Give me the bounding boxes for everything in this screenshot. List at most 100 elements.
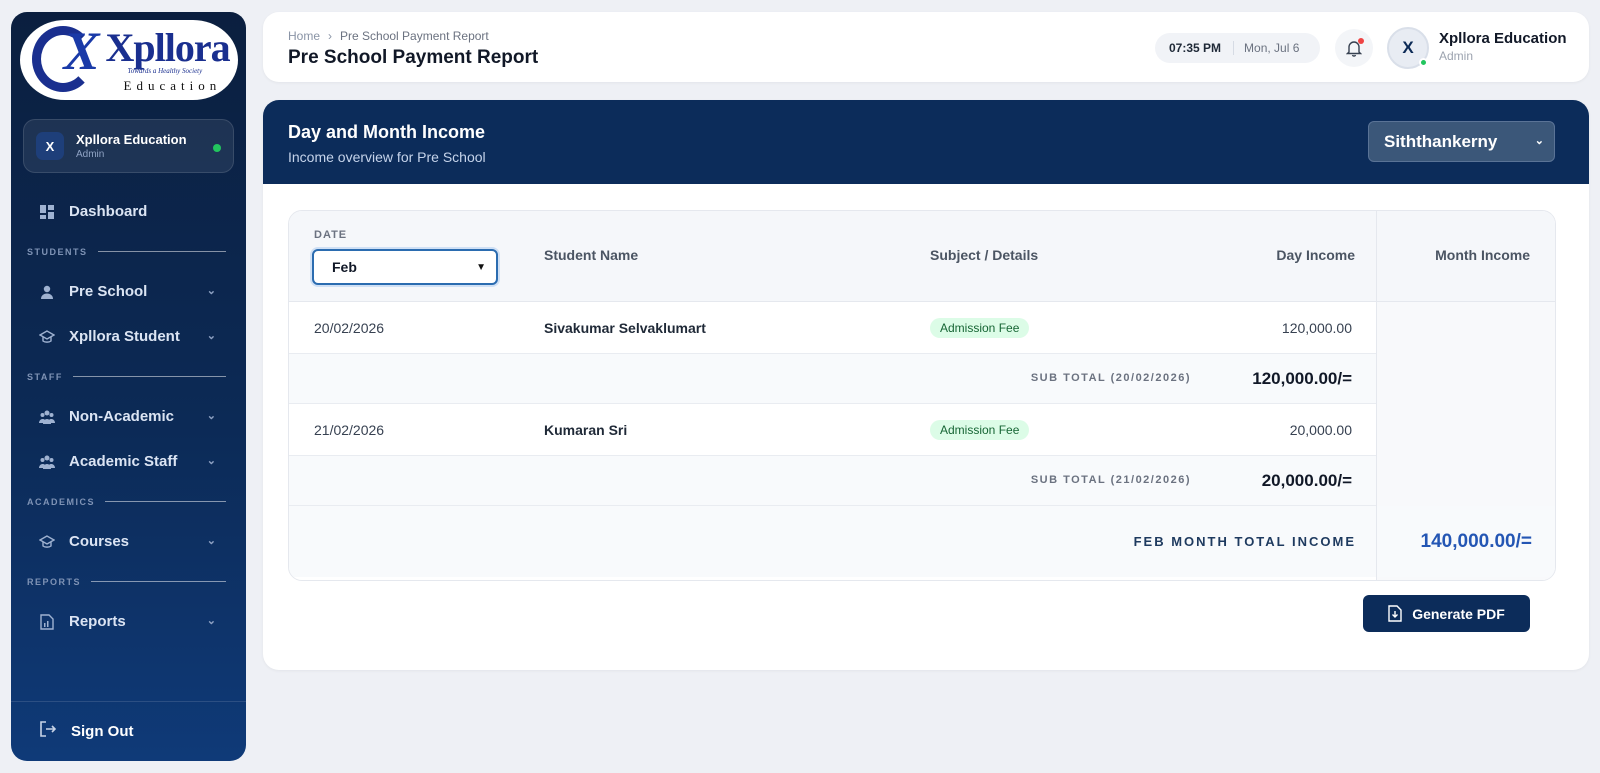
- profile-name: Xpllora Education: [76, 132, 187, 147]
- row-date: 20/02/2026: [314, 320, 385, 336]
- online-status-dot: [213, 144, 221, 152]
- chevron-down-icon: ⌄: [1534, 135, 1544, 147]
- subject-badge: Admission Fee: [930, 420, 1030, 440]
- subtotal-row: SUB TOTAL (20/02/2026) 120,000.00/=: [289, 354, 1376, 404]
- report-icon: [39, 613, 55, 630]
- section-students: STUDENTS: [11, 234, 246, 269]
- users-icon: [39, 454, 55, 470]
- sidebar-profile-card[interactable]: X Xpllora Education Admin: [23, 119, 234, 173]
- row-day-income: 120,000.00: [1281, 320, 1352, 336]
- month-total-value: 140,000.00/=: [1420, 531, 1532, 552]
- notification-dot: [1358, 38, 1364, 44]
- chevron-down-icon: ⌄: [206, 455, 216, 467]
- notifications-button[interactable]: [1335, 29, 1373, 67]
- income-table: DATE Feb ▼ Student Name Subject / Detail…: [288, 210, 1556, 581]
- chevron-down-icon: ⌄: [206, 330, 216, 342]
- breadcrumb: Home › Pre School Payment Report: [288, 29, 489, 43]
- graduation-cap-icon: [39, 534, 55, 550]
- top-bar: Home › Pre School Payment Report Pre Sch…: [263, 12, 1589, 82]
- table-header: DATE Feb ▼ Student Name Subject / Detail…: [289, 211, 1555, 302]
- sidebar-item-label: Pre School: [69, 283, 148, 300]
- row-day-income: 20,000.00: [1289, 422, 1352, 438]
- section-reports: REPORTS: [11, 564, 246, 599]
- header-student-name: Student Name: [544, 247, 639, 263]
- chevron-down-icon: ⌄: [206, 615, 216, 627]
- user-name[interactable]: Xpllora Education: [1439, 30, 1567, 47]
- sidebar-item-pre-school[interactable]: Pre School ⌄: [11, 269, 246, 314]
- user-avatar[interactable]: X: [1387, 27, 1429, 69]
- online-status-dot: [1419, 58, 1428, 67]
- current-date: Mon, Jul 6: [1244, 41, 1300, 55]
- header-month-income: Month Income: [1435, 247, 1530, 263]
- subject-badge: Admission Fee: [930, 318, 1030, 338]
- logo-sub: Education: [123, 77, 222, 93]
- subtotal-row: SUB TOTAL (21/02/2026) 20,000.00/=: [289, 456, 1376, 506]
- sign-out-icon: [39, 720, 57, 743]
- logo-word: Xpllora: [105, 24, 231, 70]
- section-staff: STAFF: [11, 359, 246, 394]
- sidebar-item-non-academic[interactable]: Non-Academic ⌄: [11, 394, 246, 439]
- download-file-icon: [1388, 605, 1402, 622]
- month-select[interactable]: Feb ▼: [312, 249, 498, 285]
- sidebar-item-xpllora-student[interactable]: Xpllora Student ⌄: [11, 314, 246, 359]
- column-divider: [1376, 211, 1377, 580]
- header-day-income: Day Income: [1276, 247, 1355, 263]
- row-date: 21/02/2026: [314, 422, 385, 438]
- table-row[interactable]: 20/02/2026 Sivakumar Selvaklumart Admiss…: [289, 302, 1376, 354]
- banner-subtitle: Income overview for Pre School: [288, 149, 486, 165]
- chevron-down-icon: ▼: [476, 262, 486, 273]
- profile-role: Admin: [76, 149, 105, 160]
- graduation-cap-icon: [39, 329, 55, 345]
- user-icon: [39, 284, 55, 300]
- users-icon: [39, 409, 55, 425]
- header-subject: Subject / Details: [930, 247, 1039, 263]
- sign-out-label: Sign Out: [71, 723, 134, 740]
- user-avatar-initial: X: [1402, 38, 1414, 57]
- sidebar-nav: Dashboard STUDENTS Pre School ⌄ Xpllora …: [11, 189, 246, 644]
- breadcrumb-current: Pre School Payment Report: [340, 29, 489, 43]
- sidebar-item-label: Non-Academic: [69, 408, 175, 425]
- row-student-name: Kumaran Sri: [544, 422, 628, 438]
- logo-tagline: Towards a Healthy Society: [127, 66, 203, 75]
- month-total-row: FEB MONTH TOTAL INCOME 140,000.00/=: [289, 506, 1555, 577]
- logo-area: X Xpllora Towards a Healthy Society Educ…: [11, 12, 246, 107]
- breadcrumb-home[interactable]: Home: [288, 29, 320, 43]
- generate-pdf-button[interactable]: Generate PDF: [1363, 595, 1530, 632]
- avatar: X: [36, 132, 64, 160]
- sidebar-item-courses[interactable]: Courses ⌄: [11, 519, 246, 564]
- generate-pdf-label: Generate PDF: [1412, 605, 1505, 622]
- sidebar-item-label: Academic Staff: [69, 453, 178, 470]
- report-banner: Day and Month Income Income overview for…: [263, 100, 1589, 184]
- sidebar-item-label: Dashboard: [69, 203, 148, 220]
- sidebar-item-dashboard[interactable]: Dashboard: [11, 189, 246, 234]
- sign-out-button[interactable]: Sign Out: [11, 701, 246, 761]
- section-academics: ACADEMICS: [11, 484, 246, 519]
- income-report-card: Day and Month Income Income overview for…: [263, 100, 1589, 670]
- subtotal-value: 120,000.00/=: [1252, 369, 1352, 388]
- breadcrumb-separator-icon: ›: [328, 29, 333, 43]
- branch-select-value: Siththankerny: [1384, 131, 1498, 151]
- banner-title: Day and Month Income: [288, 122, 486, 142]
- sidebar-item-label: Courses: [69, 533, 130, 550]
- month-select-value: Feb: [332, 259, 357, 275]
- dashboard-icon: [39, 204, 55, 220]
- current-time: 07:35 PM: [1155, 41, 1235, 55]
- chevron-down-icon: ⌄: [206, 535, 216, 547]
- brand-logo[interactable]: X Xpllora Towards a Healthy Society Educ…: [19, 19, 238, 100]
- chevron-down-icon: ⌄: [206, 410, 216, 422]
- subtotal-label: SUB TOTAL (20/02/2026): [1030, 372, 1191, 384]
- datetime-display: 07:35 PM Mon, Jul 6: [1155, 33, 1320, 63]
- chevron-down-icon: ⌄: [206, 285, 216, 297]
- branch-select[interactable]: Siththankerny ⌄: [1368, 121, 1555, 162]
- row-student-name: Sivakumar Selvaklumart: [544, 320, 706, 336]
- table-row[interactable]: 21/02/2026 Kumaran Sri Admission Fee 20,…: [289, 404, 1376, 456]
- sidebar-item-reports[interactable]: Reports ⌄: [11, 599, 246, 644]
- month-total-label: FEB MONTH TOTAL INCOME: [1133, 534, 1356, 549]
- page-title: Pre School Payment Report: [288, 47, 539, 68]
- sidebar-item-academic-staff[interactable]: Academic Staff ⌄: [11, 439, 246, 484]
- user-role: Admin: [1439, 49, 1474, 63]
- sidebar: X Xpllora Towards a Healthy Society Educ…: [11, 12, 246, 761]
- subtotal-value: 20,000.00/=: [1261, 471, 1352, 490]
- date-label: DATE: [314, 229, 348, 241]
- logo-x: X: [63, 20, 100, 81]
